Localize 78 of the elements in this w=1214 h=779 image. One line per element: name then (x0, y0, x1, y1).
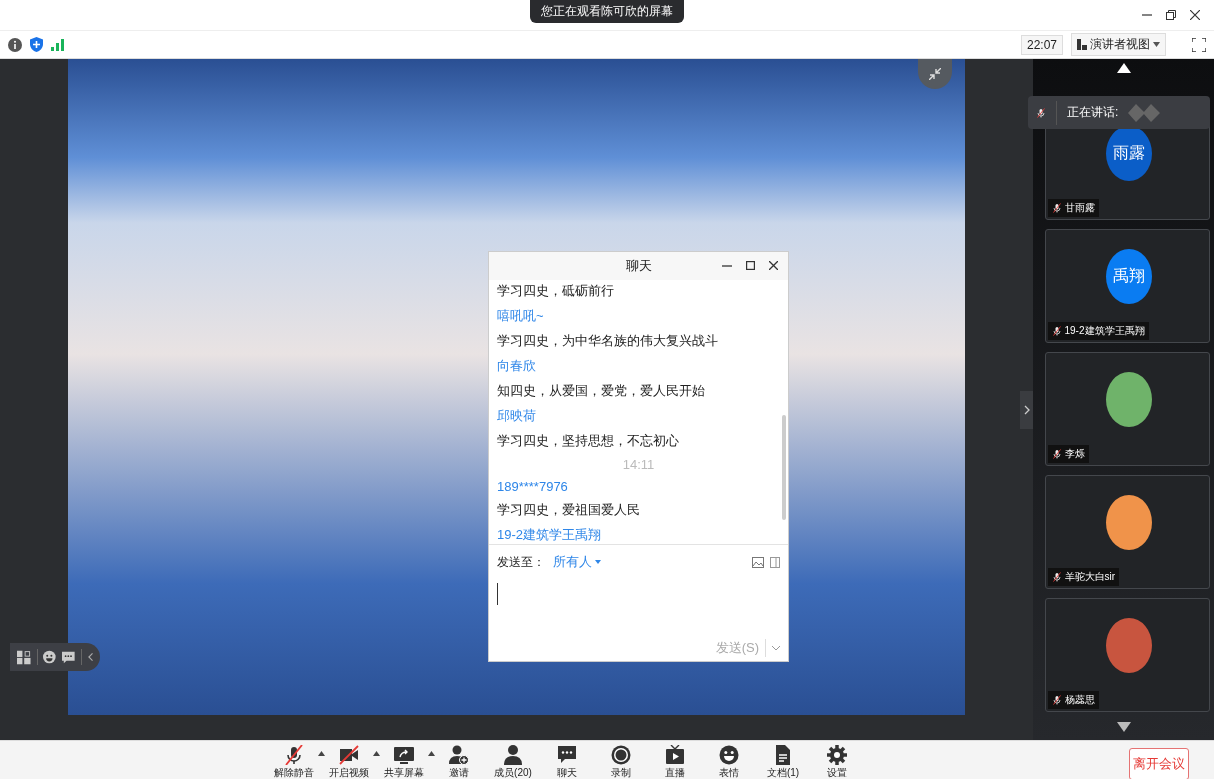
chat-title: 聊天 (625, 257, 652, 275)
person-icon (503, 745, 523, 765)
toolbar-button[interactable]: 直播 (653, 741, 697, 778)
sender-name: 19-2建筑学王禹翔 (497, 526, 603, 544)
maximize-icon[interactable] (746, 261, 755, 270)
avatar-initials: 禹翔 (1112, 266, 1145, 286)
toolbar-button[interactable]: 共享屏幕 (382, 741, 426, 778)
scroll-down-icon[interactable] (1116, 722, 1131, 732)
participant-name: 19-2建筑学王禹翔 (1064, 324, 1145, 338)
file-icon[interactable] (770, 556, 780, 568)
scrollbar-thumb[interactable] (782, 415, 786, 520)
caret-icon[interactable] (772, 645, 780, 651)
mic-muted-icon (1036, 105, 1046, 120)
send-to-label: 发送至： (497, 553, 545, 571)
tv-icon (665, 745, 685, 765)
toolbar-button[interactable]: 录制 (599, 741, 643, 778)
chat-bubble-icon (557, 745, 577, 765)
toolbar-button[interactable]: 解除静音 (272, 741, 316, 778)
scroll-up-icon[interactable] (1116, 63, 1131, 73)
caret-up-icon[interactable] (373, 751, 380, 756)
toolbar-button[interactable]: 成员(20) (491, 741, 535, 778)
sender-name: 邱映荷 (497, 407, 537, 425)
caret-icon (1153, 42, 1160, 47)
caret-up-icon[interactable] (318, 751, 325, 756)
participant-name: 甘雨露 (1064, 201, 1095, 215)
shield-icon[interactable] (30, 37, 43, 52)
sender-name: 嘻吼吼~ (497, 307, 545, 325)
collapse-button[interactable] (918, 59, 952, 89)
add-person-icon (449, 745, 469, 765)
toolbar-button[interactable]: 文档(1) (761, 741, 805, 778)
apps-icon[interactable] (17, 649, 31, 665)
camera-off-icon (339, 745, 359, 765)
chevron-icon (1023, 405, 1030, 415)
logo-icon (1128, 103, 1163, 122)
toolbar-button[interactable]: 聊天 (545, 741, 589, 778)
leave-meeting-button[interactable]: 离开会议 (1129, 748, 1189, 779)
chevron-icon[interactable] (87, 652, 93, 662)
smiley-icon[interactable] (43, 650, 57, 664)
chat-message: 学习四史，爱祖国爱人民 (497, 501, 641, 519)
mic-muted-icon (284, 745, 304, 765)
info-icon[interactable] (8, 37, 22, 52)
image-icon[interactable] (752, 556, 764, 568)
chat-message: 知四史，从爱国，爱党，爱人民开始 (497, 382, 706, 400)
screen-share-icon (394, 745, 414, 765)
chat-message: 学习四史，坚持思想，不忘初心 (497, 432, 680, 450)
caret-icon (595, 560, 601, 564)
meeting-time: 22:07 (1020, 34, 1063, 55)
close-icon[interactable] (1190, 10, 1200, 20)
banner-text: 您正在观看陈可欣的屏幕 (541, 3, 673, 20)
chat-message: 学习四史，砥砺前行 (497, 282, 615, 300)
caret-up-icon[interactable] (428, 751, 435, 756)
participant-name: 李烁 (1064, 447, 1085, 461)
message-icon[interactable] (62, 650, 75, 664)
toolbar-button[interactable]: 开启视频 (327, 741, 371, 778)
smiley-icon (719, 745, 739, 765)
timestamp: 14:11 (621, 457, 656, 472)
chat-message: 学习四史，为中华名族的伟大复兴战斗 (497, 332, 719, 350)
side-panel-toggle[interactable] (1020, 391, 1033, 429)
document-icon (773, 745, 793, 765)
speaking-label: 正在讲话: (1067, 104, 1119, 121)
participant-name: 杨蕊思 (1064, 693, 1095, 707)
restore-icon[interactable] (1166, 10, 1176, 20)
fullscreen-icon[interactable] (1192, 37, 1206, 52)
signal-icon[interactable] (51, 38, 64, 51)
record-icon (611, 745, 631, 765)
toolbar-button[interactable]: 设置 (815, 741, 859, 778)
toolbar-button[interactable]: 表情 (707, 741, 751, 778)
participant-name: 羊驼大白sir (1064, 570, 1116, 584)
sender-name: 189****7976 (497, 479, 569, 494)
close-icon[interactable] (769, 261, 778, 270)
avatar-initials: 雨露 (1112, 143, 1145, 163)
settings-icon (827, 745, 847, 765)
recipient-dropdown[interactable]: 所有人 (553, 553, 601, 571)
sender-name: 向春欣 (497, 357, 537, 375)
arrows-icon (929, 68, 941, 80)
layout-icon (1077, 39, 1087, 50)
toolbar-button[interactable]: 邀请 (437, 741, 481, 778)
view-mode-button[interactable]: 演讲者视图 (1071, 33, 1166, 56)
